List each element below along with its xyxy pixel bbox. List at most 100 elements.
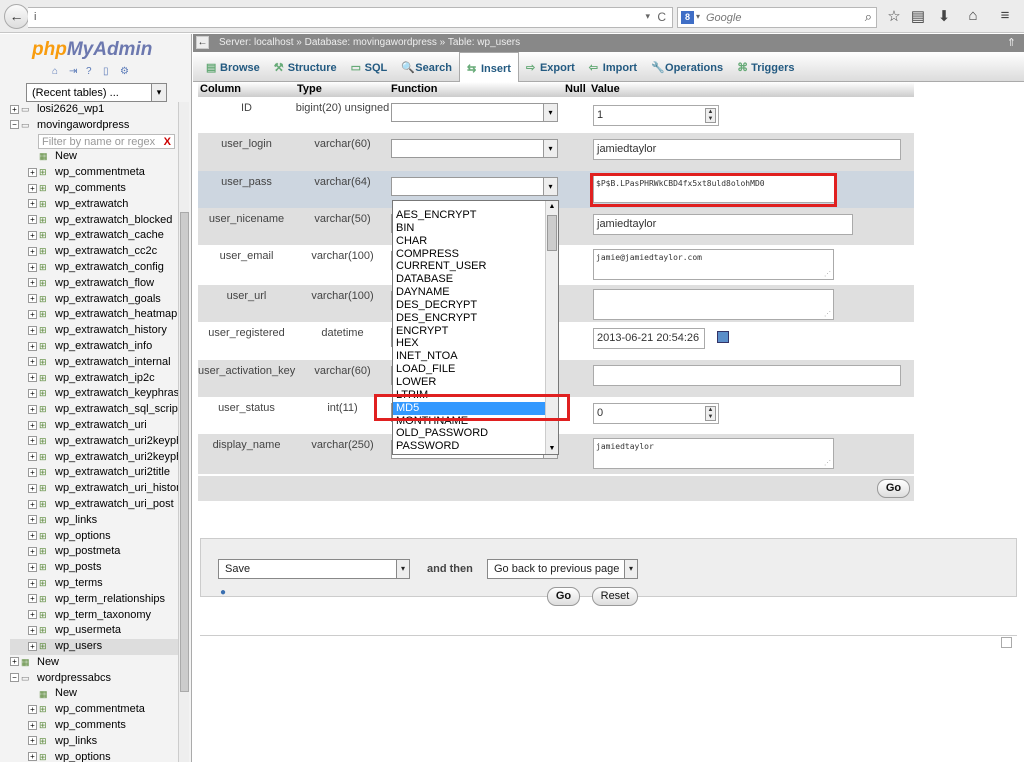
expand-icon[interactable]: +	[28, 720, 37, 730]
expand-icon[interactable]: +	[28, 531, 37, 541]
tree-item-label[interactable]: wp_extrawatch	[55, 198, 128, 210]
google-icon[interactable]: 8	[681, 11, 694, 24]
tree-item-label[interactable]: New	[37, 656, 59, 668]
settings-icon[interactable]: ⚙	[120, 66, 132, 77]
tree-item-label[interactable]: wp_extrawatch_blocked	[55, 214, 172, 226]
tree-item-label[interactable]: wp_extrawatch_uri2title	[55, 466, 170, 478]
expand-icon[interactable]: +	[28, 278, 37, 288]
expand-icon[interactable]: +	[28, 373, 37, 383]
download-icon[interactable]: ⬇	[933, 7, 955, 25]
tree-item[interactable]: + ⊞ wp_extrawatch_uri	[10, 418, 180, 434]
expand-icon[interactable]: +	[28, 515, 37, 525]
expand-icon[interactable]: +	[28, 341, 37, 351]
expand-icon[interactable]: +	[28, 309, 37, 319]
tree-item[interactable]: ▦ New	[10, 149, 180, 165]
expand-icon[interactable]: +	[28, 388, 37, 398]
tree-item[interactable]: + ⊞ wp_comments	[10, 718, 180, 734]
tree-item-label[interactable]: wp_extrawatch_cache	[55, 229, 164, 241]
function-option[interactable]: COMPRESS	[393, 248, 558, 261]
tree-item[interactable]: + ⊞ wp_options	[10, 529, 180, 545]
tree-item[interactable]: + ⊞ wp_extrawatch_history	[10, 323, 180, 339]
spinner-icon[interactable]: ▲ ▼	[705, 108, 716, 123]
expand-icon[interactable]: +	[28, 641, 37, 651]
function-select[interactable]: ▾	[391, 103, 558, 122]
tree-item-label[interactable]: wp_extrawatch_uri2keyph	[55, 435, 182, 447]
tree-item-label[interactable]: wp_extrawatch_goals	[55, 293, 161, 305]
expand-icon[interactable]: +	[28, 325, 37, 335]
tree-item[interactable]: + ⊞ wp_users	[10, 639, 180, 655]
value-input[interactable]: 2013-06-21 20:54:26	[593, 328, 705, 349]
bookmarks-list-icon[interactable]: ▤	[907, 7, 929, 25]
tree-item-label[interactable]: wordpressabcs	[37, 672, 111, 684]
tree-item-label[interactable]: wp_usermeta	[55, 624, 121, 636]
expand-icon[interactable]: +	[28, 404, 37, 414]
tree-item-label[interactable]: wp_extrawatch_keyphrase	[55, 387, 185, 399]
tab-operations[interactable]: 🔧Operations	[644, 52, 730, 82]
expand-icon[interactable]: +	[28, 578, 37, 588]
tree-item[interactable]: + ⊞ wp_extrawatch_flow	[10, 276, 180, 292]
tree-item[interactable]: + ⊞ wp_extrawatch_uri_post	[10, 497, 180, 513]
function-option[interactable]: OLD_PASSWORD	[393, 427, 558, 440]
expand-icon[interactable]: +	[28, 215, 37, 225]
expand-icon[interactable]: +	[10, 657, 19, 667]
tree-item[interactable]: + ⊞ wp_usermeta	[10, 623, 180, 639]
phpmyadmin-logo[interactable]: phpMyAdmin	[32, 39, 152, 61]
tree-item[interactable]: + ⊞ wp_extrawatch_uri_histor	[10, 481, 180, 497]
tree-item[interactable]: + ⊞ wp_postmeta	[10, 544, 180, 560]
scroll-up-icon[interactable]: ▲	[546, 203, 558, 210]
expand-icon[interactable]: +	[28, 625, 37, 635]
tree-item-label[interactable]: losi2626_wp1	[37, 103, 104, 115]
function-select[interactable]: ▾	[391, 177, 558, 196]
value-input[interactable]: ⋰	[593, 289, 834, 320]
tree-item[interactable]: + ⊞ wp_extrawatch	[10, 197, 180, 213]
function-option[interactable]: INET_NTOA	[393, 350, 558, 363]
function-option[interactable]: DATABASE	[393, 273, 558, 286]
function-option[interactable]: AES_ENCRYPT	[393, 209, 558, 222]
double-up-icon[interactable]: ⇑	[1007, 34, 1016, 52]
clear-filter-icon[interactable]: X	[164, 135, 171, 150]
scroll-down-icon[interactable]: ▼	[546, 445, 558, 452]
expand-icon[interactable]: +	[28, 452, 37, 462]
value-input[interactable]	[593, 365, 901, 386]
value-input[interactable]: jamie@jamiedtaylor.com ⋰	[593, 249, 834, 280]
expand-icon[interactable]: −	[10, 673, 19, 683]
tree-item[interactable]: + ⊞ wp_extrawatch_internal	[10, 355, 180, 371]
expand-icon[interactable]: +	[28, 594, 37, 604]
tree-item-label[interactable]: wp_term_relationships	[55, 593, 165, 605]
value-input[interactable]: 0 ▲ ▼	[593, 403, 719, 424]
tree-item-label[interactable]: wp_extrawatch_uri_histor	[55, 482, 180, 494]
go-button[interactable]: Go	[547, 587, 580, 606]
expand-icon[interactable]: −	[10, 120, 19, 130]
expand-icon[interactable]: +	[10, 104, 19, 114]
resize-handle-icon[interactable]: ⋰	[824, 270, 831, 278]
expand-icon[interactable]: +	[28, 262, 37, 272]
tree-item-label[interactable]: wp_options	[55, 751, 111, 762]
expand-icon[interactable]: +	[28, 752, 37, 762]
collapse-sidebar-button[interactable]: ←	[196, 36, 209, 49]
tree-item-label[interactable]: wp_extrawatch_info	[55, 340, 152, 352]
tree-item-label[interactable]: wp_users	[55, 640, 102, 652]
expand-icon[interactable]: +	[28, 246, 37, 256]
tree-item[interactable]: + ⊞ wp_commentmeta	[10, 165, 180, 181]
function-option[interactable]: DES_DECRYPT	[393, 299, 558, 312]
tree-item[interactable]: + ⊞ wp_posts	[10, 560, 180, 576]
tree-item[interactable]: − ▭ movingawordpress	[10, 118, 180, 134]
function-option[interactable]: LOAD_FILE	[393, 363, 558, 376]
tree-item-label[interactable]: wp_extrawatch_heatmap	[55, 308, 177, 320]
tree-item[interactable]: + ▦ New	[10, 655, 180, 671]
expand-icon[interactable]: +	[28, 436, 37, 446]
tree-item[interactable]: + ⊞ wp_extrawatch_heatmap	[10, 307, 180, 323]
home-icon[interactable]: ⌂	[52, 66, 64, 77]
reload-icon[interactable]: C	[657, 10, 666, 24]
expand-icon[interactable]: +	[28, 483, 37, 493]
expand-icon[interactable]: +	[28, 357, 37, 367]
expand-icon[interactable]: +	[28, 294, 37, 304]
tree-item[interactable]: + ⊞ wp_extrawatch_ip2c	[10, 371, 180, 387]
expand-icon[interactable]: +	[28, 167, 37, 177]
tree-item-label[interactable]: wp_extrawatch_sql_script	[55, 403, 181, 415]
tree-item-label[interactable]: wp_comments	[55, 719, 126, 731]
tab-triggers[interactable]: ⌘ Triggers	[730, 52, 801, 82]
help-icon[interactable]: ?	[86, 66, 98, 77]
expand-icon[interactable]: +	[28, 499, 37, 509]
expand-icon[interactable]: +	[28, 736, 37, 746]
